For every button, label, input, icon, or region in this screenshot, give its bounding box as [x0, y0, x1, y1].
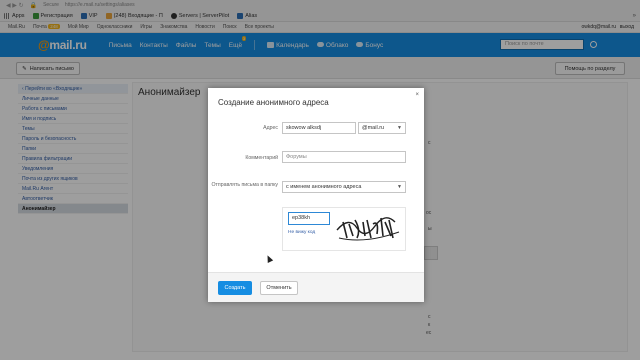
captcha-refresh-link[interactable]: Не вижу код: [288, 230, 315, 235]
dialog-footer: Создать Отменить: [208, 272, 424, 302]
chevron-down-icon: ▼: [397, 184, 402, 190]
create-alias-dialog: Создание анонимного адреса × Адрес skowo…: [208, 88, 424, 302]
comment-input[interactable]: Форумы: [282, 151, 406, 163]
address-input[interactable]: skowow alksdj: [282, 122, 356, 134]
dialog-title: Создание анонимного адреса: [218, 98, 329, 107]
captcha-image: [336, 217, 400, 241]
cancel-button[interactable]: Отменить: [260, 281, 298, 295]
close-icon[interactable]: ×: [415, 92, 419, 98]
domain-select[interactable]: @mail.ru ▼: [358, 122, 406, 134]
create-button[interactable]: Создать: [218, 281, 252, 295]
comment-label: Комментарий: [245, 155, 278, 161]
chevron-down-icon: ▼: [397, 125, 402, 131]
folder-select[interactable]: с именем анонимного адреса ▼: [282, 181, 406, 193]
captcha-input[interactable]: ep38kh: [288, 212, 330, 225]
folder-label: Отправлять письма в папку: [211, 182, 278, 188]
address-label: Адрес: [263, 125, 278, 131]
captcha-box: ep38kh Не вижу код: [282, 207, 406, 251]
